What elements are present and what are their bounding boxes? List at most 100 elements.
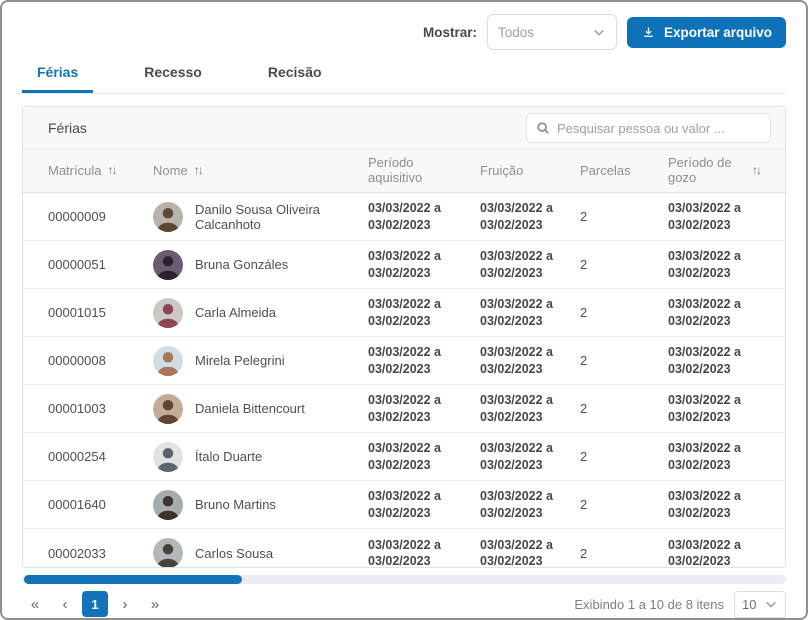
periodo-aquisitivo-cell: 03/03/2022 a 03/02/2023: [368, 200, 464, 233]
matricula-cell: 00000009: [48, 209, 153, 224]
table-row[interactable]: 00000008 Mirela Pelegrini 03/03/2022 a 0…: [23, 337, 785, 385]
last-page-button[interactable]: »: [142, 591, 168, 617]
person-icon: [153, 394, 183, 424]
nome-cell: Bruna Gonzáles: [153, 250, 368, 280]
fruicao-cell: 03/03/2022 a 03/02/2023: [480, 537, 576, 568]
parcelas-cell: 2: [580, 497, 668, 512]
person-icon: [153, 298, 183, 328]
fruicao-cell: 03/03/2022 a 03/02/2023: [480, 440, 576, 473]
avatar: [153, 250, 183, 280]
avatar: [153, 490, 183, 520]
table-body: 00000009 Danilo Sousa Oliveira Calcanhot…: [23, 193, 785, 568]
page-size-value: 10: [742, 597, 756, 612]
parcelas-cell: 2: [580, 449, 668, 464]
table-row[interactable]: 00001640 Bruno Martins 03/03/2022 a 03/0…: [23, 481, 785, 529]
matricula-cell: 00000008: [48, 353, 153, 368]
avatar: [153, 394, 183, 424]
prev-page-button[interactable]: ‹: [52, 591, 78, 617]
avatar: [153, 346, 183, 376]
column-header-fruicao: Fruição: [480, 164, 580, 179]
parcelas-cell: 2: [580, 209, 668, 224]
periodo-gozo-cell: 03/03/2022 a 03/02/2023: [668, 392, 764, 425]
filter-select-value: Todos: [498, 25, 534, 40]
filter-select[interactable]: Todos: [487, 14, 617, 50]
chevron-down-icon: [764, 597, 778, 611]
employee-name: Bruna Gonzáles: [195, 257, 288, 272]
pagination-bar: « ‹ 1 › » Exibindo 1 a 10 de 8 itens 10: [22, 591, 786, 618]
fruicao-cell: 03/03/2022 a 03/02/2023: [480, 200, 576, 233]
periodo-aquisitivo-cell: 03/03/2022 a 03/02/2023: [368, 537, 464, 568]
employee-name: Danilo Sousa Oliveira Calcanhoto: [195, 202, 360, 232]
page-1-button[interactable]: 1: [82, 591, 108, 617]
periodo-aquisitivo-cell: 03/03/2022 a 03/02/2023: [368, 296, 464, 329]
person-icon: [153, 538, 183, 568]
periodo-gozo-cell: 03/03/2022 a 03/02/2023: [668, 248, 764, 281]
tab-recisao[interactable]: Recisão: [253, 58, 337, 93]
avatar: [153, 202, 183, 232]
matricula-cell: 00001640: [48, 497, 153, 512]
page-size-select[interactable]: 10: [734, 591, 786, 618]
parcelas-cell: 2: [580, 353, 668, 368]
scrollbar-thumb[interactable]: [24, 575, 242, 584]
app-window: Mostrar: Todos Exportar arquivo Férias R…: [0, 0, 808, 620]
search-input[interactable]: [557, 121, 761, 136]
horizontal-scrollbar[interactable]: [22, 575, 786, 584]
periodo-gozo-cell: 03/03/2022 a 03/02/2023: [668, 440, 764, 473]
person-icon: [153, 442, 183, 472]
tab-recesso[interactable]: Recesso: [129, 58, 217, 93]
person-icon: [153, 250, 183, 280]
sort-icon-matricula[interactable]: ↑↓: [107, 164, 115, 178]
fruicao-cell: 03/03/2022 a 03/02/2023: [480, 392, 576, 425]
table-title-bar: Férias: [23, 107, 785, 149]
periodo-aquisitivo-cell: 03/03/2022 a 03/02/2023: [368, 392, 464, 425]
parcelas-cell: 2: [580, 401, 668, 416]
table-title: Férias: [48, 120, 87, 136]
nome-cell: Ítalo Duarte: [153, 442, 368, 472]
nome-cell: Mirela Pelegrini: [153, 346, 368, 376]
page-info: Exibindo 1 a 10 de 8 itens 10: [574, 591, 786, 618]
periodo-aquisitivo-cell: 03/03/2022 a 03/02/2023: [368, 440, 464, 473]
search-icon: [536, 121, 550, 135]
search-box[interactable]: [526, 113, 771, 143]
column-header-nome[interactable]: Nome ↑↓: [153, 164, 368, 179]
sort-icon-periodo-de-gozo[interactable]: ↑↓: [752, 164, 760, 178]
toolbar: Mostrar: Todos Exportar arquivo: [22, 14, 786, 50]
matricula-cell: 00000051: [48, 257, 153, 272]
nome-cell: Bruno Martins: [153, 490, 368, 520]
periodo-aquisitivo-cell: 03/03/2022 a 03/02/2023: [368, 248, 464, 281]
parcelas-cell: 2: [580, 546, 668, 561]
nome-cell: Carlos Sousa: [153, 538, 368, 568]
employee-name: Ítalo Duarte: [195, 449, 262, 464]
next-page-button[interactable]: ›: [112, 591, 138, 617]
person-icon: [153, 346, 183, 376]
matricula-cell: 00002033: [48, 546, 153, 561]
matricula-cell: 00000254: [48, 449, 153, 464]
sort-icon-nome[interactable]: ↑↓: [194, 164, 202, 178]
periodo-gozo-cell: 03/03/2022 a 03/02/2023: [668, 344, 764, 377]
table-row[interactable]: 00000051 Bruna Gonzáles 03/03/2022 a 03/…: [23, 241, 785, 289]
export-button[interactable]: Exportar arquivo: [627, 17, 786, 48]
export-button-label: Exportar arquivo: [664, 25, 772, 40]
fruicao-cell: 03/03/2022 a 03/02/2023: [480, 344, 576, 377]
column-header-periodo-aquisitivo: Período aquisitivo: [368, 156, 480, 186]
pager: « ‹ 1 › »: [22, 591, 168, 617]
column-header-matricula[interactable]: Matrícula ↑↓: [48, 164, 153, 179]
table-row[interactable]: 00001015 Carla Almeida 03/03/2022 a 03/0…: [23, 289, 785, 337]
matricula-cell: 00001015: [48, 305, 153, 320]
fruicao-cell: 03/03/2022 a 03/02/2023: [480, 488, 576, 521]
employee-name: Mirela Pelegrini: [195, 353, 285, 368]
table-row[interactable]: 00000254 Ítalo Duarte 03/03/2022 a 03/02…: [23, 433, 785, 481]
employee-name: Daniela Bittencourt: [195, 401, 305, 416]
nome-cell: Danilo Sousa Oliveira Calcanhoto: [153, 202, 368, 232]
table-row[interactable]: 00002033 Carlos Sousa 03/03/2022 a 03/02…: [23, 529, 785, 568]
periodo-aquisitivo-cell: 03/03/2022 a 03/02/2023: [368, 488, 464, 521]
column-header-periodo-de-gozo[interactable]: Período de gozo ↑↓: [668, 156, 775, 186]
nome-cell: Daniela Bittencourt: [153, 394, 368, 424]
table-row[interactable]: 00000009 Danilo Sousa Oliveira Calcanhot…: [23, 193, 785, 241]
tab-ferias[interactable]: Férias: [22, 58, 93, 93]
filter-label: Mostrar:: [423, 25, 477, 40]
fruicao-cell: 03/03/2022 a 03/02/2023: [480, 248, 576, 281]
table-header-row: Matrícula ↑↓ Nome ↑↓ Período aquisitivo …: [23, 149, 785, 193]
table-row[interactable]: 00001003 Daniela Bittencourt 03/03/2022 …: [23, 385, 785, 433]
first-page-button[interactable]: «: [22, 591, 48, 617]
